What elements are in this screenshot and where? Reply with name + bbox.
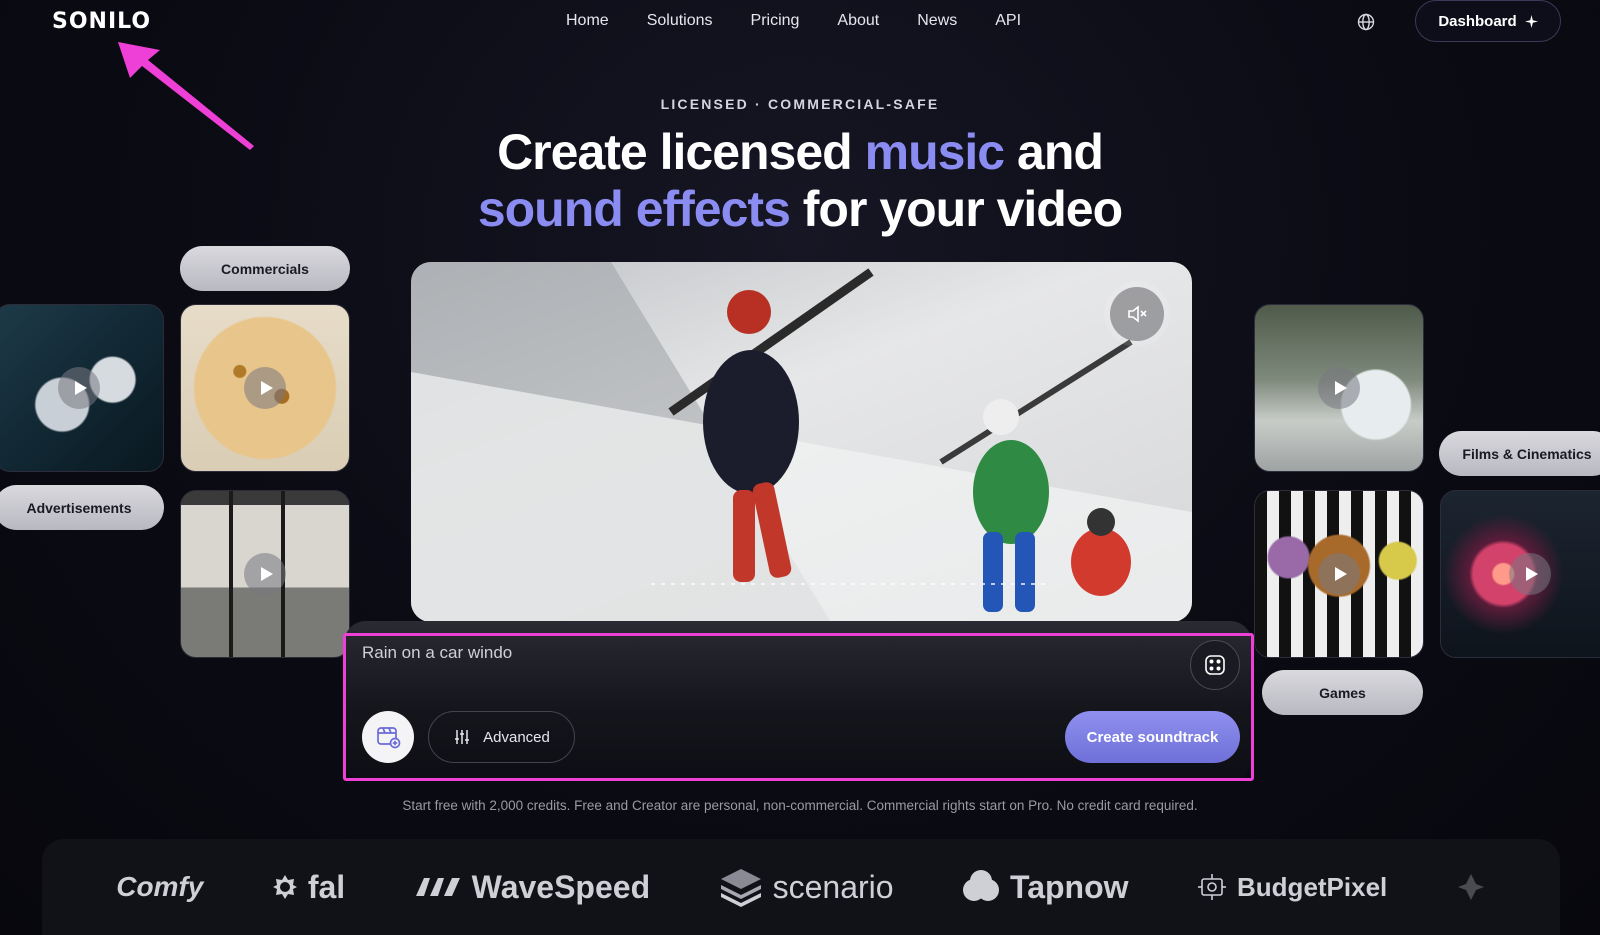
- partner-logo-budgetpixel: BudgetPixel: [1197, 872, 1387, 903]
- play-icon[interactable]: [1318, 553, 1360, 595]
- headline-text: Create licensed: [497, 124, 865, 180]
- play-icon[interactable]: [1318, 367, 1360, 409]
- dashboard-button[interactable]: Dashboard: [1415, 0, 1561, 42]
- play-icon[interactable]: [1509, 553, 1551, 595]
- sample-video-ice-glass[interactable]: [1254, 304, 1424, 472]
- sample-video-headphones[interactable]: [0, 304, 164, 472]
- nav-solutions[interactable]: Solutions: [647, 10, 713, 32]
- sliders-icon: [455, 730, 470, 744]
- category-pill-films[interactable]: Films & Cinematics: [1439, 431, 1600, 476]
- hero-headline: Create licensed music and sound effects …: [0, 124, 1600, 238]
- sample-video-muffin[interactable]: [180, 304, 350, 472]
- partner-logo-fal: fal: [272, 869, 345, 906]
- globe-icon[interactable]: [1356, 12, 1376, 32]
- partner-logo-wavespeed: WaveSpeed: [414, 869, 650, 906]
- sample-video-tunnel[interactable]: [1440, 490, 1600, 658]
- category-pill-advertisements[interactable]: Advertisements: [0, 485, 164, 530]
- sparkle-icon: [1524, 14, 1538, 28]
- tapnow-mark-icon: [963, 870, 1000, 901]
- video-upload-icon: [377, 727, 401, 749]
- partner-name: Comfy: [116, 871, 204, 902]
- nav-home[interactable]: Home: [566, 10, 609, 32]
- main-nav: Home Solutions Pricing About News API: [566, 10, 1021, 32]
- headline-text: for your video: [789, 181, 1123, 237]
- dice-icon: [1205, 655, 1225, 675]
- hero-eyebrow: LICENSED · COMMERCIAL-SAFE: [660, 96, 940, 112]
- hero-video[interactable]: [411, 262, 1192, 622]
- wavespeed-mark-icon: [415, 878, 460, 896]
- nav-api[interactable]: API: [995, 10, 1021, 32]
- nav-about[interactable]: About: [837, 10, 879, 32]
- partner-logo-strip: Comfy fal WaveSpeed scenario Tapnow Budg…: [42, 839, 1560, 935]
- sonilo-logo[interactable]: SONILO: [52, 9, 151, 34]
- scenario-mark-icon: [720, 869, 761, 907]
- sample-video-games[interactable]: [1254, 490, 1424, 658]
- category-pill-games[interactable]: Games: [1262, 670, 1423, 715]
- partner-name: scenario: [772, 868, 894, 905]
- partner-logo-scenario: scenario: [719, 867, 894, 907]
- headline-accent-sfx: sound effects: [477, 181, 791, 237]
- dashboard-label: Dashboard: [1438, 12, 1517, 30]
- prompt-input[interactable]: [362, 640, 1122, 666]
- headline-accent-music: music: [864, 124, 1006, 180]
- category-pill-commercials[interactable]: Commercials: [180, 246, 350, 291]
- partner-name: fal: [307, 868, 346, 905]
- advanced-label: Advanced: [483, 728, 550, 746]
- partner-name: WaveSpeed: [471, 868, 651, 905]
- video-upload-button[interactable]: [362, 711, 414, 763]
- headline-text: and: [1004, 124, 1104, 180]
- skiers-scene: [411, 262, 1192, 622]
- budgetpixel-mark-icon: [1198, 874, 1227, 900]
- play-icon[interactable]: [244, 553, 286, 595]
- sample-video-airport[interactable]: [180, 490, 350, 658]
- nav-pricing[interactable]: Pricing: [751, 10, 800, 32]
- play-icon[interactable]: [244, 367, 286, 409]
- partner-logo-tapnow: Tapnow: [962, 868, 1129, 906]
- pricing-disclaimer: Start free with 2,000 credits. Free and …: [402, 798, 1198, 813]
- advanced-button[interactable]: Advanced: [428, 711, 575, 763]
- mute-button[interactable]: [1110, 287, 1164, 341]
- partner-name: BudgetPixel: [1237, 871, 1388, 902]
- randomize-button[interactable]: [1190, 640, 1240, 690]
- partner-name: Tapnow: [1010, 868, 1129, 905]
- play-icon[interactable]: [58, 367, 100, 409]
- fal-mark-icon: [272, 875, 297, 899]
- create-soundtrack-button[interactable]: Create soundtrack: [1065, 711, 1240, 763]
- nav-news[interactable]: News: [917, 10, 957, 32]
- partially-visible-logo-icon: [1457, 874, 1484, 900]
- speaker-muted-icon: [1128, 305, 1147, 323]
- partner-logo-comfy: Comfy: [116, 871, 203, 903]
